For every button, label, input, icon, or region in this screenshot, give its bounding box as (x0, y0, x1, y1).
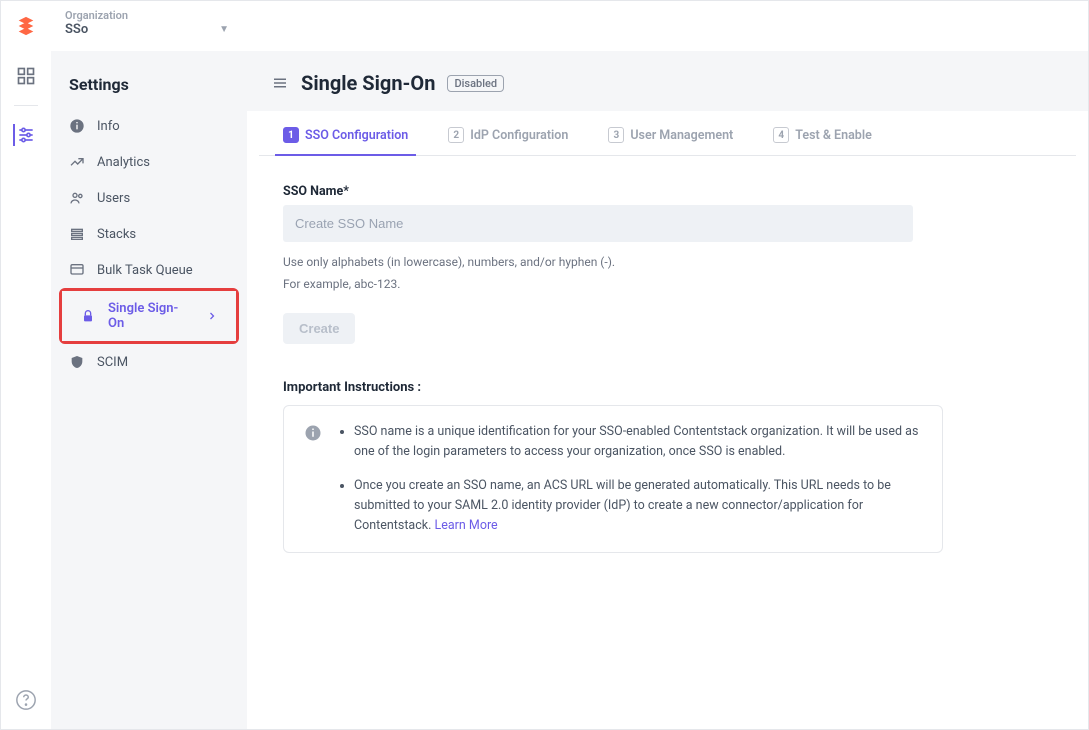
step-number: 1 (283, 127, 299, 143)
users-icon (69, 190, 85, 206)
shield-icon (69, 354, 85, 370)
tab-label: User Management (630, 128, 733, 143)
sidebar-item-analytics[interactable]: Analytics (51, 144, 247, 180)
nav-rail (1, 1, 51, 729)
instruction-item: SSO name is a unique identification for … (354, 422, 922, 462)
tab-idp-configuration[interactable]: 2 IdP Configuration (448, 111, 568, 155)
sso-name-hint: Use only alphabets (in lowercase), numbe… (283, 252, 1052, 295)
settings-rail-icon[interactable] (13, 124, 37, 146)
sidebar-item-label: Analytics (97, 155, 150, 170)
status-badge: Disabled (447, 75, 504, 92)
instructions-box: SSO name is a unique identification for … (283, 405, 943, 553)
settings-sidebar: Settings Info Analytics Users Stacks Bul… (51, 51, 247, 729)
instructions-title: Important Instructions : (283, 380, 1052, 395)
sidebar-item-scim[interactable]: SCIM (51, 344, 247, 380)
page-header: Single Sign-On Disabled (247, 51, 1088, 111)
sidebar-item-users[interactable]: Users (51, 180, 247, 216)
step-number: 2 (448, 127, 464, 143)
brand-logo (15, 15, 37, 37)
sidebar-title: Settings (51, 75, 247, 108)
info-icon (304, 424, 322, 442)
tab-label: Test & Enable (795, 128, 872, 143)
info-icon (69, 118, 85, 134)
stacks-icon (69, 226, 85, 242)
lock-icon (80, 308, 96, 324)
learn-more-link[interactable]: Learn More (435, 518, 498, 533)
create-button[interactable]: Create (283, 313, 355, 344)
tab-test-enable[interactable]: 4 Test & Enable (773, 111, 872, 155)
tab-user-management[interactable]: 3 User Management (608, 111, 733, 155)
instruction-item: Once you create an SSO name, an ACS URL … (354, 476, 922, 536)
chevron-right-icon (206, 310, 218, 322)
sidebar-item-label: Bulk Task Queue (97, 263, 193, 278)
tab-sso-configuration[interactable]: 1 SSO Configuration (283, 111, 408, 155)
sidebar-item-label: SCIM (97, 355, 128, 370)
sidebar-item-info[interactable]: Info (51, 108, 247, 144)
sidebar-item-label: Users (97, 191, 130, 206)
org-value: SSo (65, 22, 88, 37)
sso-name-input[interactable] (283, 205, 913, 242)
step-tabs: 1 SSO Configuration 2 IdP Configuration … (259, 111, 1076, 156)
tab-label: SSO Configuration (305, 128, 408, 143)
sidebar-item-single-sign-on[interactable]: Single Sign-On (62, 291, 236, 341)
help-icon[interactable] (15, 689, 37, 711)
sidebar-item-label: Single Sign-On (108, 301, 194, 331)
dashboard-icon[interactable] (15, 65, 37, 87)
sidebar-item-label: Info (97, 119, 120, 134)
step-number: 4 (773, 127, 789, 143)
step-number: 3 (608, 127, 624, 143)
sidebar-item-bulk-task-queue[interactable]: Bulk Task Queue (51, 252, 247, 288)
menu-icon[interactable] (271, 74, 289, 92)
sidebar-item-stacks[interactable]: Stacks (51, 216, 247, 252)
chevron-down-icon: ▼ (219, 24, 229, 35)
sso-name-label: SSO Name* (283, 184, 1052, 199)
org-picker[interactable]: Organization SSo ▼ (51, 1, 247, 51)
rail-divider (14, 105, 38, 106)
org-label: Organization (65, 9, 233, 22)
analytics-icon (69, 154, 85, 170)
sidebar-item-label: Stacks (97, 227, 136, 242)
tab-label: IdP Configuration (470, 128, 568, 143)
page-title: Single Sign-On (301, 71, 435, 95)
queue-icon (69, 262, 85, 278)
